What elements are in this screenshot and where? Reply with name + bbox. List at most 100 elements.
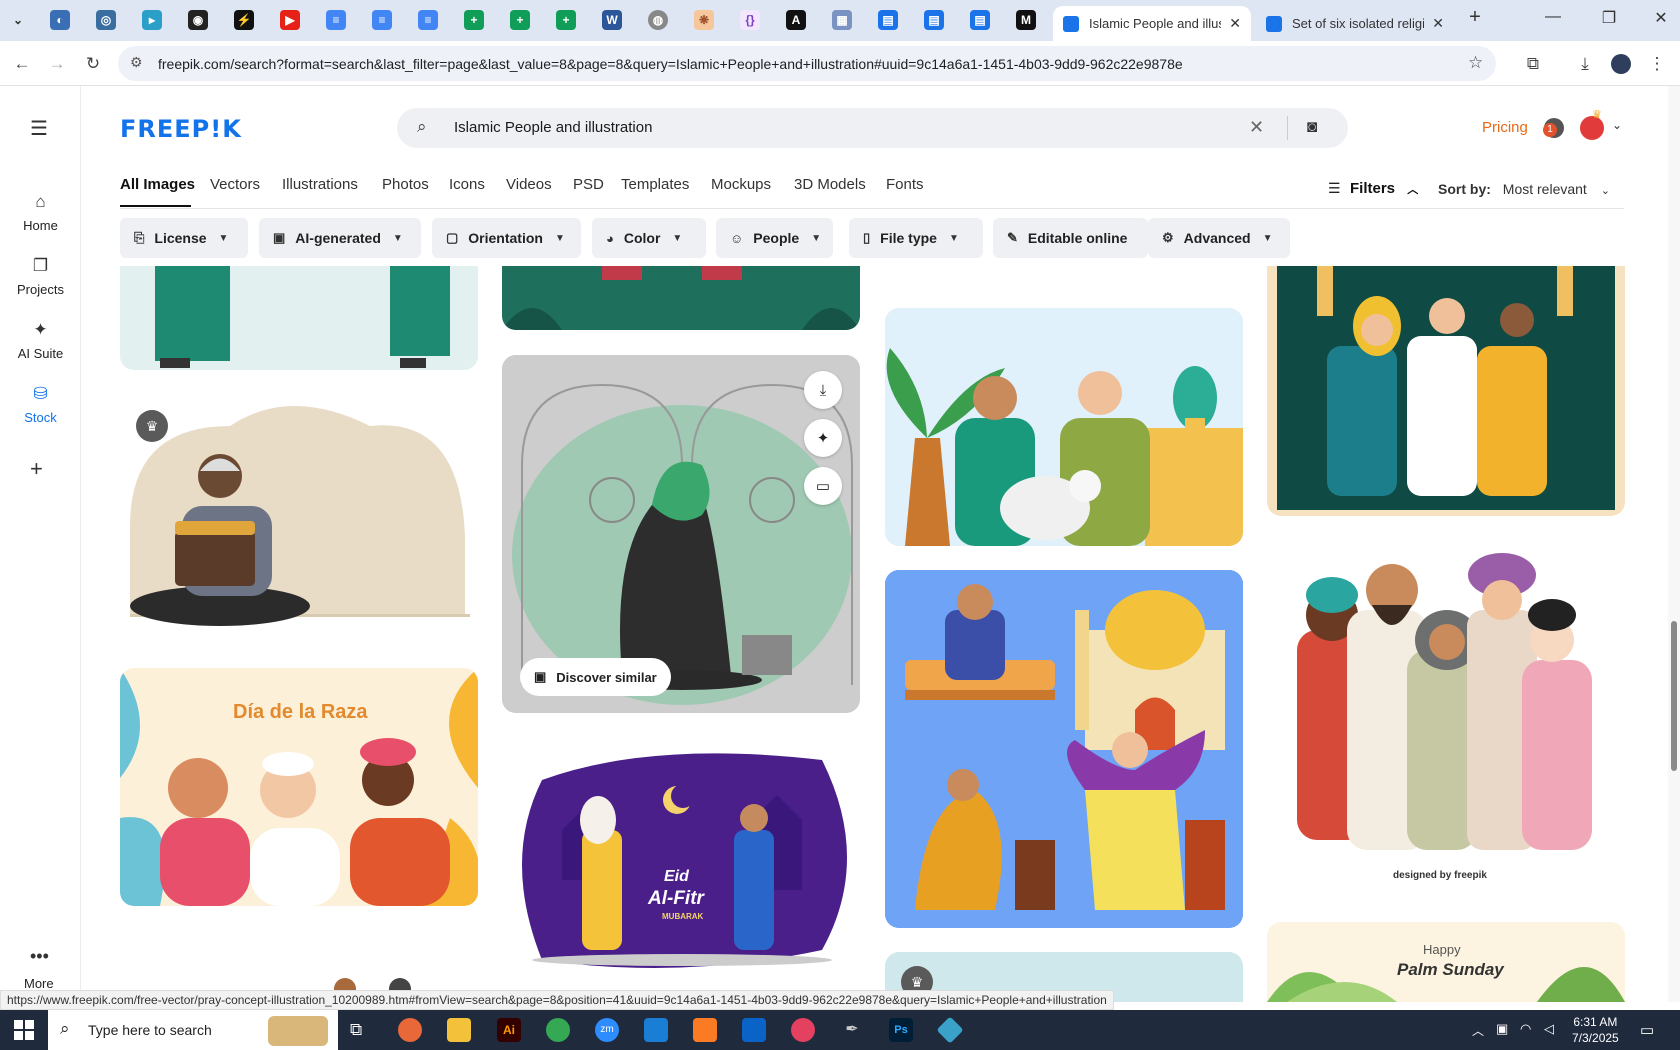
pinned-tab-8[interactable]: ❋ — [694, 10, 714, 30]
site-info-icon[interactable]: ⚙ — [130, 54, 143, 71]
tab-inactive[interactable]: Set of six isolated religio ✕ — [1256, 6, 1454, 41]
illustrator-icon[interactable]: Ai — [497, 1018, 521, 1042]
clear-search-icon[interactable]: ✕ — [1249, 117, 1264, 138]
image-card-dia-de-la-raza[interactable]: Día de la Raza — [120, 668, 478, 906]
sidebar-more-label[interactable]: More — [24, 976, 54, 991]
outlook-icon[interactable] — [742, 1018, 766, 1042]
browser-menu-icon[interactable]: ⋮ — [1644, 51, 1670, 77]
tray-chevron-up-icon[interactable]: ︿ — [1472, 1022, 1484, 1039]
taskbar-search-box[interactable]: ⌕ Type here to search — [48, 1010, 338, 1050]
pinned-tab-docs-2[interactable]: ≡ — [372, 10, 392, 30]
image-card-palm-sunday[interactable]: Happy Palm Sunday — [1267, 922, 1625, 1002]
sidebar-item-home[interactable]: ⌂ Home — [0, 192, 81, 233]
chip-editable-online[interactable]: ✎ Editable online — [993, 218, 1148, 258]
download-icon[interactable]: ⤓ — [804, 371, 842, 409]
chip-file-type[interactable]: ▯ File type ▼ — [849, 218, 983, 258]
pinned-tab-2[interactable]: ◎ — [96, 10, 116, 30]
pinned-tab-12[interactable]: M — [1016, 10, 1036, 30]
window-close-icon[interactable]: ✕ — [1646, 8, 1676, 28]
image-card-teal-figures[interactable] — [120, 266, 478, 370]
pinned-tab-10[interactable]: A — [786, 10, 806, 30]
address-bar[interactable]: ⚙ freepik.com/search?format=search&last_… — [118, 46, 1496, 81]
save-to-collection-icon[interactable]: ▭ — [804, 467, 842, 505]
pinned-tab-9[interactable]: {} — [740, 10, 760, 30]
bookmark-star-icon[interactable]: ☆ — [1468, 53, 1483, 73]
image-card-ramadan-family[interactable] — [1267, 266, 1625, 516]
tray-wifi-icon[interactable]: ◠ — [1520, 1021, 1531, 1037]
xampp-icon[interactable] — [693, 1018, 717, 1042]
pinned-tab-sheets-1[interactable]: + — [464, 10, 484, 30]
more-dots-icon[interactable]: ••• — [30, 946, 49, 967]
windows-start-icon[interactable] — [14, 1020, 34, 1040]
add-icon[interactable]: + — [30, 456, 43, 482]
pinned-tab-youtube[interactable]: ▶ — [280, 10, 300, 30]
pinned-tab-1[interactable]: ◐ — [50, 10, 70, 30]
image-card-partial[interactable] — [389, 978, 411, 990]
download-icon[interactable]: ⤓ — [1572, 51, 1598, 77]
chip-color[interactable]: ◕ Color ▼ — [592, 218, 706, 258]
pinned-tab-11[interactable]: ▦ — [832, 10, 852, 30]
tab-search-icon[interactable]: ⌄ — [8, 10, 28, 30]
tab-icons[interactable]: Icons — [449, 176, 485, 193]
ai-edit-sparkle-icon[interactable]: ✦ — [804, 419, 842, 457]
freepik-logo[interactable]: FREEP!K — [120, 115, 242, 143]
pinned-tab-3[interactable]: ▸ — [142, 10, 162, 30]
tray-volume-icon[interactable]: ◁ — [1544, 1021, 1554, 1037]
pinned-tab-5[interactable]: ⚡ — [234, 10, 254, 30]
reload-icon[interactable]: ↻ — [80, 51, 106, 77]
firefox-icon[interactable] — [398, 1018, 422, 1042]
chrome-icon[interactable] — [546, 1018, 570, 1042]
pinned-tab-4[interactable]: ◉ — [188, 10, 208, 30]
chevron-down-icon[interactable]: ⌄ — [1612, 118, 1622, 132]
tab-illustrations[interactable]: Illustrations — [282, 176, 358, 193]
app-diamond-icon[interactable] — [936, 1016, 964, 1044]
back-icon[interactable]: ← — [9, 51, 35, 77]
image-card-green-bushes[interactable] — [502, 266, 860, 330]
image-card-eid-adha-sheep[interactable] — [885, 308, 1243, 546]
image-card-man-with-book[interactable]: ♛ — [120, 396, 478, 626]
image-card-partial[interactable] — [334, 978, 356, 990]
tab-mockups[interactable]: Mockups — [711, 176, 771, 193]
vscode-icon[interactable] — [644, 1018, 668, 1042]
image-card-religions-set[interactable] — [885, 570, 1243, 928]
notifications-icon[interactable]: ▭ — [1640, 1021, 1654, 1039]
tab-all-images[interactable]: All Images — [120, 176, 195, 193]
camera-search-icon[interactable]: ◙ — [1307, 117, 1317, 137]
pinned-tab-docs-5[interactable]: ▤ — [924, 10, 944, 30]
zoom-icon[interactable]: zm — [595, 1018, 619, 1042]
sort-dropdown[interactable]: Sort by: Most relevant ⌄ — [1438, 181, 1610, 197]
pinned-tab-docs-1[interactable]: ≡ — [326, 10, 346, 30]
hamburger-menu-icon[interactable]: ☰ — [30, 116, 48, 141]
taskbar-clock[interactable]: 6:31 AM 7/3/2025 — [1572, 1014, 1619, 1046]
pinned-tab-docs-6[interactable]: ▤ — [970, 10, 990, 30]
pricing-link[interactable]: Pricing — [1482, 119, 1528, 136]
search-input[interactable]: Islamic People and illustration — [454, 119, 652, 136]
pen-tool-icon[interactable]: ✒ — [840, 1018, 864, 1042]
tray-network-icon[interactable]: ▣ — [1496, 1021, 1508, 1037]
chip-people[interactable]: ☺ People ▼ — [716, 218, 833, 258]
pinned-tab-globe[interactable]: ◍ — [648, 10, 668, 30]
pinned-tab-sheets-3[interactable]: + — [556, 10, 576, 30]
page-scrollbar[interactable] — [1668, 86, 1680, 1002]
tab-active[interactable]: Islamic People and illustra ✕ — [1053, 6, 1251, 41]
tab-fonts[interactable]: Fonts — [886, 176, 924, 193]
forward-icon[interactable]: → — [44, 51, 70, 77]
restore-icon[interactable]: ❐ — [1594, 8, 1624, 28]
creative-cloud-icon[interactable] — [791, 1018, 815, 1042]
tab-videos[interactable]: Videos — [506, 176, 552, 193]
chip-ai-generated[interactable]: ▣ AI-generated ▼ — [259, 218, 421, 258]
chip-advanced[interactable]: ⚙ Advanced ▼ — [1148, 218, 1290, 258]
chip-orientation[interactable]: ▢ Orientation ▼ — [432, 218, 581, 258]
tab-3d-models[interactable]: 3D Models — [794, 176, 866, 193]
scrollbar-thumb[interactable] — [1671, 621, 1677, 771]
file-explorer-icon[interactable] — [447, 1018, 471, 1042]
extensions-icon[interactable]: ⧉ — [1520, 51, 1546, 77]
search-bar[interactable]: ⌕ Islamic People and illustration ✕ ◙ — [397, 108, 1348, 148]
image-card-diverse-people[interactable]: designed by freepik — [1267, 540, 1625, 898]
task-view-icon[interactable]: ⧉ — [350, 1020, 362, 1040]
sidebar-item-stock[interactable]: ⛁ Stock — [0, 384, 81, 425]
sidebar-item-projects[interactable]: ❐ Projects — [0, 256, 81, 297]
filters-button[interactable]: Filters ︿ — [1328, 180, 1418, 197]
pinned-tab-docs-3[interactable]: ≡ — [418, 10, 438, 30]
pinned-tab-docs-4[interactable]: ▤ — [878, 10, 898, 30]
